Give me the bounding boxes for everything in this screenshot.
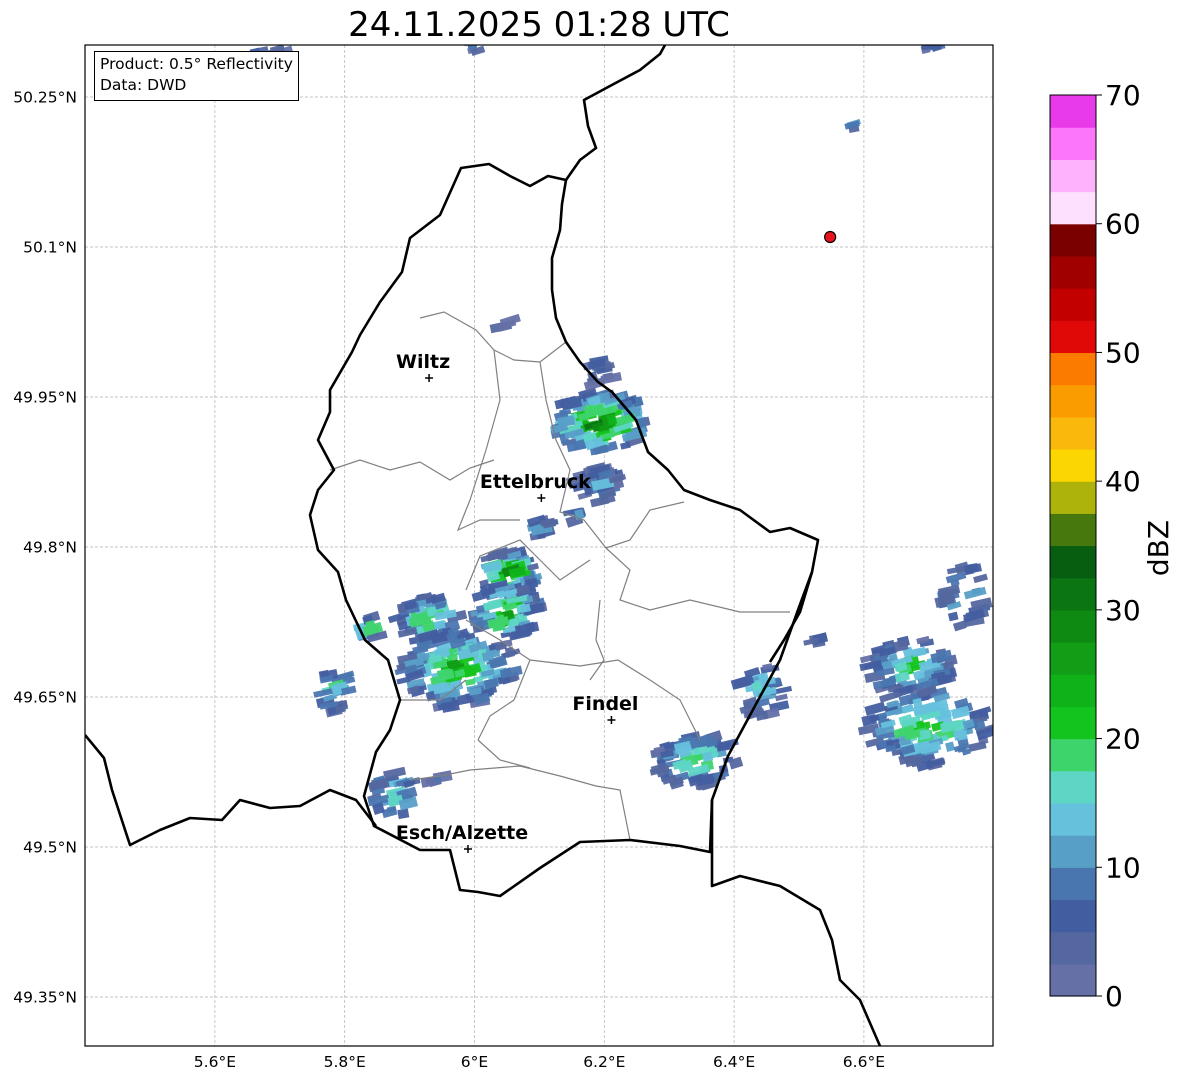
colorbar-tick-label: 40: [1105, 465, 1141, 498]
lat-tick-label: 49.8°N: [23, 539, 77, 557]
colorbar-tick-label: 10: [1105, 851, 1141, 884]
colorbar-segment: [1050, 674, 1096, 707]
map-area[interactable]: [85, 45, 993, 1046]
lon-tick-label: 6.4°E: [713, 1053, 755, 1071]
colorbar-segment: [1050, 963, 1096, 997]
lon-tick-label: 5.6°E: [194, 1053, 236, 1071]
colorbar-segment: [1050, 770, 1096, 804]
colorbar-label: dBZ: [1142, 520, 1175, 576]
colorbar-tick-label: 30: [1105, 594, 1141, 627]
radar-map: Wiltz Ettelbruck Findel Esch/Alzette 5.6°E 5…: [13, 44, 1175, 1071]
city-label: Ettelbruck: [480, 471, 591, 493]
colorbar-segment: [1050, 416, 1096, 450]
colorbar-tick-label: 20: [1105, 723, 1141, 756]
lon-tick-label: 6.2°E: [583, 1053, 625, 1071]
colorbar-segment: [1050, 159, 1096, 193]
city-label: Wiltz: [396, 351, 450, 373]
lat-tick-label: 50.25°N: [13, 89, 77, 107]
lat-tick-label: 50.1°N: [23, 239, 77, 257]
colorbar-segment: [1050, 545, 1096, 579]
colorbar-tick-label: 70: [1105, 79, 1141, 112]
colorbar-segment: [1050, 255, 1096, 289]
echo-pixel: [963, 564, 975, 576]
colorbar-segment: [1050, 867, 1096, 901]
colorbar-segment: [1050, 802, 1096, 836]
product-info-box: Product: 0.5° Reflectivity Data: DWD: [94, 51, 299, 101]
colorbar-segment: [1050, 577, 1096, 611]
colorbar-segment: [1050, 384, 1096, 418]
colorbar-segment: [1050, 288, 1096, 321]
lat-tick-label: 49.95°N: [13, 389, 77, 407]
lat-tick-label: 49.35°N: [13, 989, 77, 1007]
colorbar-segment: [1050, 706, 1096, 740]
data-source-text: Data: DWD: [100, 76, 187, 94]
colorbar-segment: [1050, 127, 1096, 160]
city-label: Findel: [572, 693, 638, 715]
colorbar: 0 10 20 30 40 50 60 70 dBZ: [1049, 79, 1175, 1013]
lat-tick-label: 49.5°N: [23, 839, 77, 857]
colorbar-segment: [1050, 352, 1096, 386]
echo-pixel: [956, 729, 968, 741]
colorbar-segment: [1050, 931, 1096, 965]
colorbar-segment: [1050, 899, 1096, 933]
product-text: Product: 0.5° Reflectivity: [100, 55, 293, 73]
colorbar-segment: [1050, 320, 1096, 354]
echo-pixel: [397, 808, 410, 820]
colorbar-segment: [1050, 191, 1096, 225]
radar-site-marker[interactable]: [824, 230, 837, 244]
radar-site-dot[interactable]: [824, 230, 837, 244]
colorbar-segment: [1050, 835, 1096, 868]
colorbar-segment: [1050, 481, 1096, 514]
lon-tick-label: 6.6°E: [843, 1053, 885, 1071]
colorbar-segment: [1050, 448, 1096, 482]
colorbar-segment: [1050, 642, 1096, 675]
lon-tick-label: 6°E: [461, 1053, 488, 1071]
colorbar-tick-label: 60: [1105, 208, 1141, 241]
colorbar-segment: [1050, 513, 1096, 547]
echo-pixel: [598, 391, 611, 404]
colorbar-tick-label: 0: [1105, 980, 1123, 1013]
city-label: Esch/Alzette: [396, 822, 528, 844]
colorbar-segment: [1050, 609, 1096, 643]
lon-tick-label: 5.8°E: [324, 1053, 366, 1071]
colorbar-segment: [1050, 223, 1096, 257]
lat-tick-label: 49.65°N: [13, 689, 77, 707]
colorbar-segment: [1050, 738, 1096, 772]
colorbar-segment: [1050, 95, 1096, 128]
colorbar-tick-label: 50: [1105, 336, 1141, 369]
